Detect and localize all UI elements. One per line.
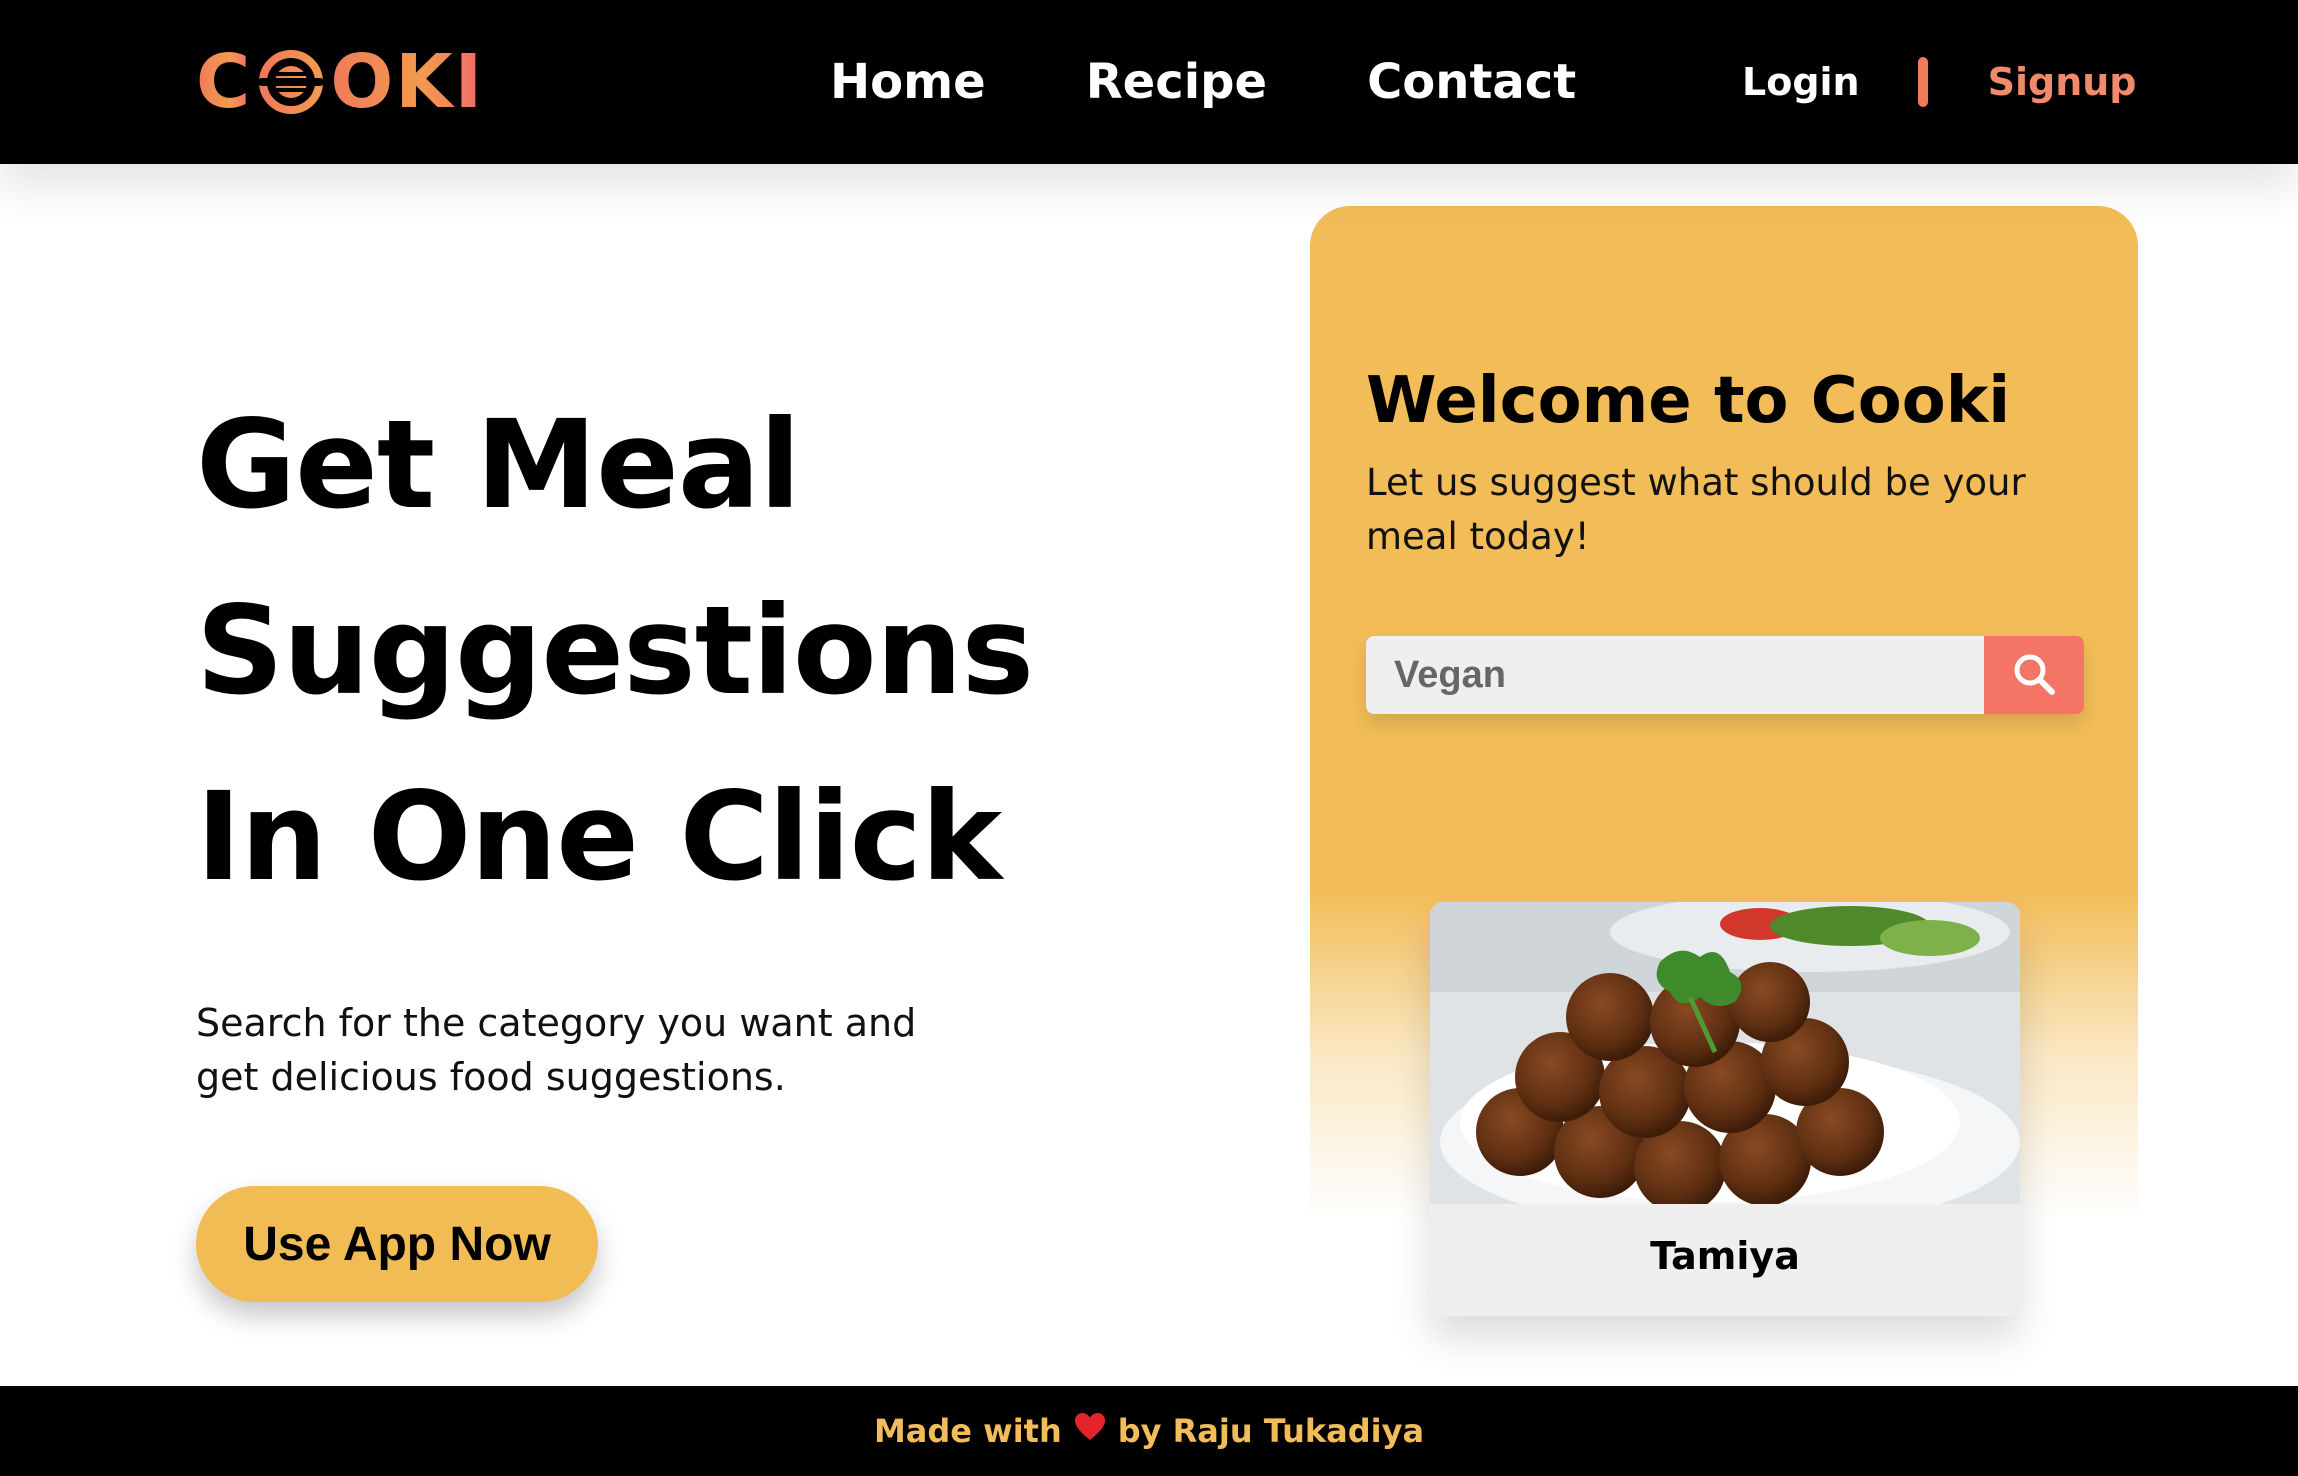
search-bar: [1366, 636, 2084, 714]
meal-card[interactable]: Tamiya: [1430, 902, 2020, 1316]
search-input[interactable]: [1366, 636, 1984, 714]
hero-title-line-1: Get Meal: [196, 394, 801, 536]
nav-home-link[interactable]: Home: [830, 50, 986, 114]
hero-title-line-2: Suggestions: [196, 580, 1034, 722]
login-link[interactable]: Login: [1742, 56, 1860, 108]
signup-link[interactable]: Signup: [1988, 56, 2137, 108]
search-icon: [2011, 651, 2057, 700]
auth-divider: [1917, 57, 1928, 107]
footer: Made with by Raju Tukadiya: [0, 1386, 2298, 1476]
use-app-now-button[interactable]: Use App Now: [196, 1186, 598, 1302]
logo-text-oki: OKI: [330, 39, 485, 125]
panel-title: Welcome to Cooki: [1366, 364, 2011, 438]
logo[interactable]: C OKI: [196, 39, 485, 125]
logo-text-c: C: [196, 39, 253, 125]
nav-contact-link[interactable]: Contact: [1367, 50, 1576, 114]
nav-recipe-link[interactable]: Recipe: [1086, 50, 1267, 114]
footer-credit: Made with by Raju Tukadiya: [874, 1412, 1424, 1450]
heart-icon: [1074, 1412, 1106, 1450]
search-button[interactable]: [1984, 636, 2084, 714]
footer-prefix: Made with: [873, 1412, 1062, 1450]
plate-icon: [256, 50, 326, 114]
meal-image: [1430, 902, 2020, 1204]
auth-links: Login Signup: [1742, 56, 2137, 108]
hero-title: Get Meal Suggestions In One Click: [196, 372, 1096, 930]
welcome-panel: Welcome to Cooki Let us suggest what sho…: [1310, 206, 2138, 1386]
hero-title-line-3: In One Click: [196, 766, 1002, 908]
footer-author: by Raju Tukadiya: [1117, 1412, 1425, 1450]
meal-name: Tamiya: [1650, 1234, 1800, 1278]
navbar: C OKI Home Recipe Contact Login Signup: [0, 0, 2298, 164]
main-nav: Home Recipe Contact: [830, 50, 1576, 114]
panel-subtitle: Let us suggest what should be your meal …: [1366, 461, 2026, 558]
hero-subtitle: Search for the category you want and get…: [196, 1001, 917, 1099]
